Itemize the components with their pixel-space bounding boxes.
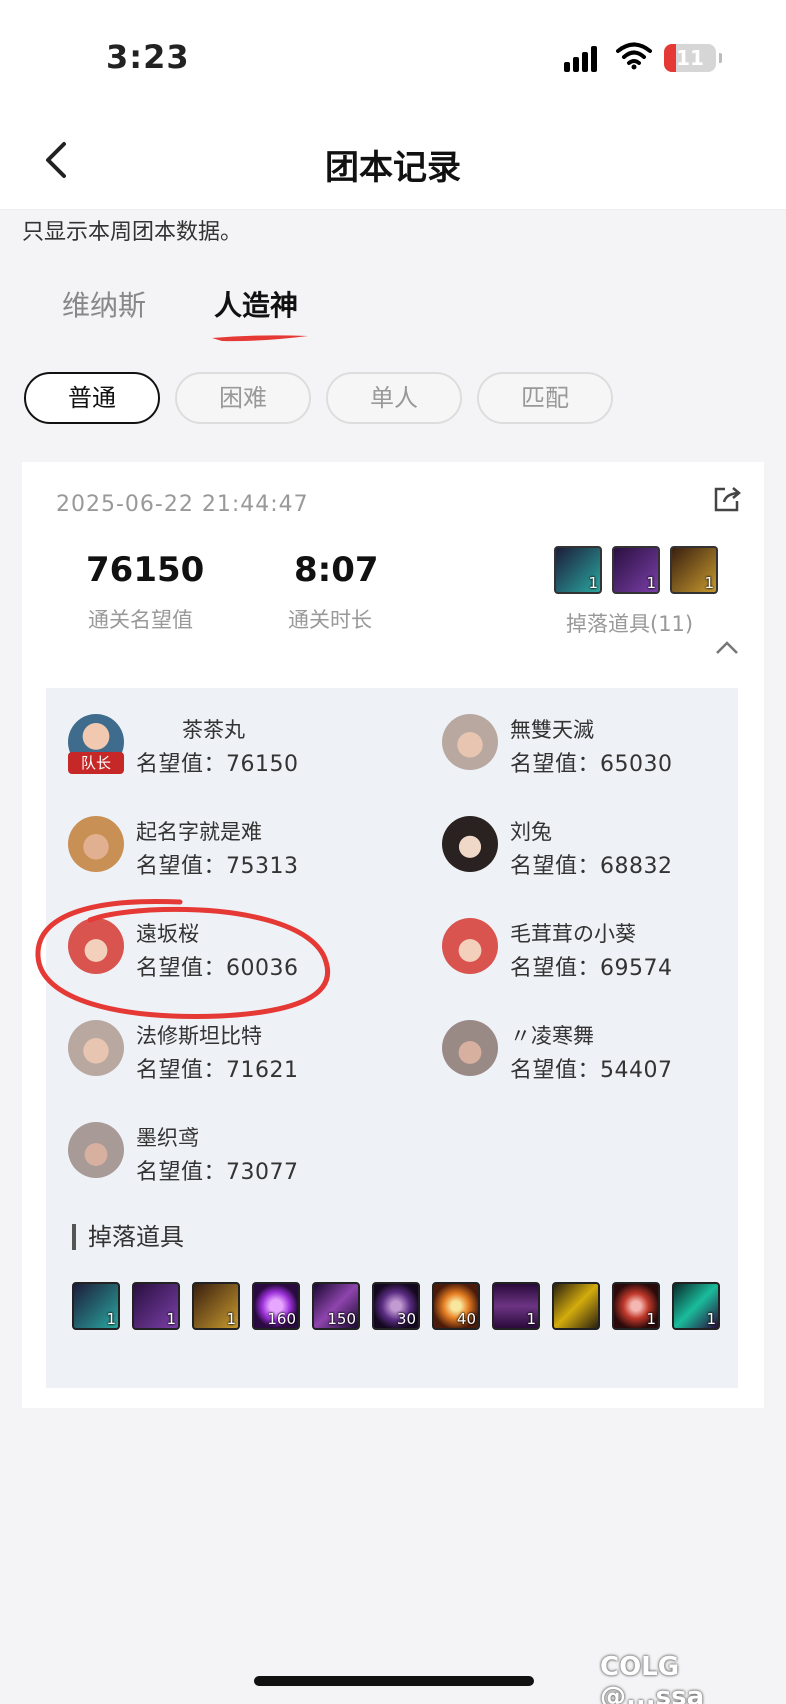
cellular-signal-icon <box>564 44 604 72</box>
member-item[interactable]: 法修斯坦比特 名望值：71621 <box>68 1020 398 1100</box>
member-reputation: 名望值：76150 <box>136 752 299 777</box>
member-reputation: 名望值：60036 <box>136 956 299 981</box>
member-reputation: 名望值：75313 <box>136 854 299 879</box>
member-reputation: 名望值：65030 <box>510 752 673 777</box>
member-item[interactable]: 無雙天滅 名望值：65030 <box>442 714 772 794</box>
active-tab-indicator <box>212 335 308 342</box>
member-reputation: 名望值：69574 <box>510 956 673 981</box>
gauntlet-drop-icon[interactable]: 1 <box>670 546 718 594</box>
difficulty-hard[interactable]: 困难 <box>175 372 311 424</box>
member-name: 起名字就是难 <box>136 820 262 844</box>
difficulty-normal[interactable]: 普通 <box>24 372 160 424</box>
member-reputation: 名望值：73077 <box>136 1160 299 1185</box>
member-name: 〃凌寒舞 <box>510 1024 594 1048</box>
status-bar: 3:23 11 <box>0 0 786 110</box>
red-gem-box-icon[interactable]: 1 <box>612 1282 660 1330</box>
avatar <box>68 1122 124 1178</box>
member-name: 遠坂桜 <box>136 922 199 946</box>
battery-indicator: 11 <box>664 44 722 72</box>
difficulty-solo[interactable]: 单人 <box>326 372 462 424</box>
green-blade-icon[interactable]: 1 <box>672 1282 720 1330</box>
raid-record-card: 2025-06-22 21:44:47 76150 通关名望值 8:07 通关时… <box>22 462 764 1408</box>
record-datetime: 2025-06-22 21:44:47 <box>56 492 309 517</box>
avatar <box>442 918 498 974</box>
member-item[interactable]: 遠坂桜 名望值：60036 <box>68 918 398 998</box>
key-icon[interactable] <box>552 1282 600 1330</box>
member-reputation: 名望值：54407 <box>510 1058 673 1083</box>
member-reputation: 名望值：71621 <box>136 1058 299 1083</box>
wifi-icon <box>616 42 652 70</box>
member-item[interactable]: 墨织鸢 名望值：73077 <box>68 1122 398 1202</box>
member-reputation: 名望值：68832 <box>510 854 673 879</box>
avatar <box>68 816 124 872</box>
member-name: 毛茸茸の小葵 <box>510 922 636 946</box>
drops-summary-label: 掉落道具(11) <box>566 612 694 636</box>
dark-orb-icon[interactable]: 30 <box>372 1282 420 1330</box>
tab-venus[interactable]: 维纳斯 <box>62 284 146 324</box>
home-indicator <box>254 1676 534 1686</box>
eye-relic-icon[interactable]: 40 <box>432 1282 480 1330</box>
battery-level: 11 <box>676 46 704 70</box>
member-item[interactable]: 毛茸茸の小葵 名望值：69574 <box>442 918 772 998</box>
page-title: 团本记录 <box>325 148 461 188</box>
member-name: 茶茶丸 <box>182 718 245 742</box>
notice-text: 只显示本周团本数据。 <box>22 220 243 245</box>
share-icon[interactable] <box>712 484 742 514</box>
member-name: 法修斯坦比特 <box>136 1024 262 1048</box>
chest-icon[interactable]: 1 <box>492 1282 540 1330</box>
tab-artificial-god[interactable]: 人造神 <box>214 284 298 324</box>
member-item[interactable]: 队长 茶茶丸 名望值：76150 <box>68 714 398 794</box>
member-item[interactable]: 起名字就是难 名望值：75313 <box>68 816 398 896</box>
leader-badge: 队长 <box>68 752 124 774</box>
crystal-icon[interactable]: 150 <box>312 1282 360 1330</box>
axe-drop-icon[interactable]: 1 <box>612 546 660 594</box>
purple-orb-icon[interactable]: 160 <box>252 1282 300 1330</box>
member-item[interactable]: 〃凌寒舞 名望值：54407 <box>442 1020 772 1100</box>
watermark: COLG @...ssa <box>600 1652 705 1704</box>
clear-duration-label: 通关时长 <box>288 608 372 632</box>
avatar <box>442 714 498 770</box>
clock: 3:23 <box>106 38 190 76</box>
difficulty-match[interactable]: 匹配 <box>477 372 613 424</box>
member-name: 墨织鸢 <box>136 1126 199 1150</box>
nav-bar: 团本记录 <box>0 110 786 210</box>
member-name: 刘兔 <box>510 820 552 844</box>
avatar <box>442 816 498 872</box>
avatar <box>68 918 124 974</box>
avatar <box>68 1020 124 1076</box>
chevron-up-icon[interactable] <box>712 638 742 658</box>
axe-drop-icon[interactable]: 1 <box>132 1282 180 1330</box>
member-name: 無雙天滅 <box>510 718 594 742</box>
drops-section-title: 掉落道具 <box>72 1224 184 1250</box>
clear-duration-value: 8:07 <box>294 550 379 590</box>
weapon-drop-icon[interactable]: 1 <box>72 1282 120 1330</box>
member-item[interactable]: 刘兔 名望值：68832 <box>442 816 772 896</box>
clear-reputation-label: 通关名望值 <box>88 608 193 632</box>
weapon-drop-icon[interactable]: 1 <box>554 546 602 594</box>
avatar <box>442 1020 498 1076</box>
clear-reputation-value: 76150 <box>86 550 205 590</box>
member-list: 队长 茶茶丸 名望值：76150 無雙天滅 名望值：65030 起名字就是难 名… <box>46 688 738 1388</box>
gauntlet-drop-icon[interactable]: 1 <box>192 1282 240 1330</box>
